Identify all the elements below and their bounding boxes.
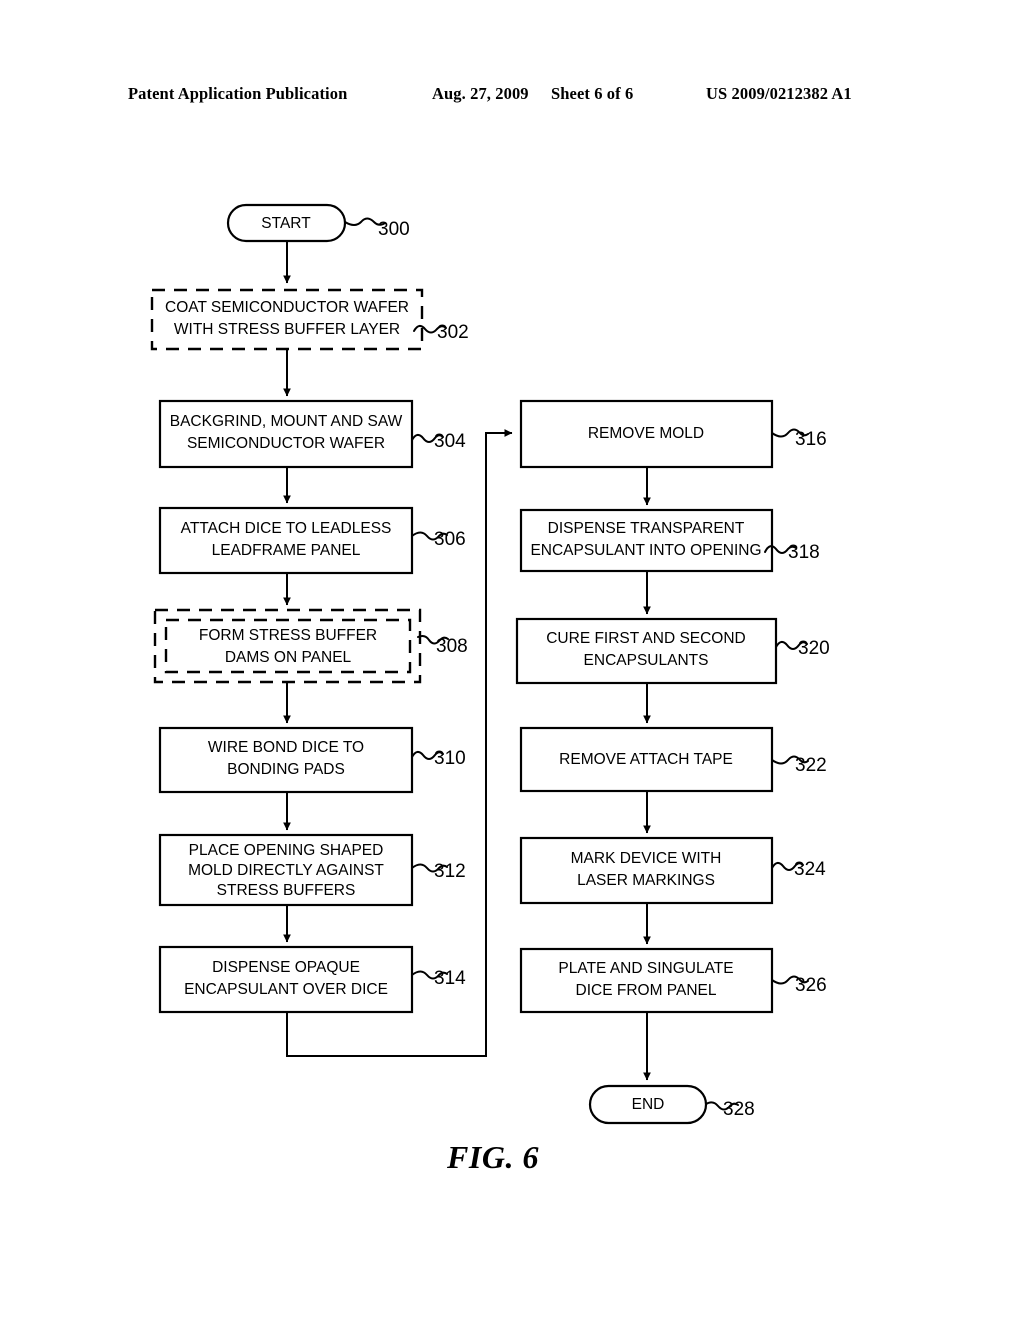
node-step-314[interactable]: DISPENSE OPAQUE ENCAPSULANT OVER DICE 31… <box>158 945 466 1014</box>
step-312-line1: PLACE OPENING SHAPED <box>189 842 384 859</box>
node-step-302[interactable]: COAT SEMICONDUCTOR WAFER WITH STRESS BUF… <box>150 288 469 351</box>
step-318-line2: ENCAPSULANT INTO OPENING <box>530 542 761 559</box>
ref-302: 302 <box>437 322 469 343</box>
node-step-310[interactable]: WIRE BOND DICE TO BONDING PADS 310 <box>158 726 466 794</box>
flowchart-diagram: START 300 COAT SEMICONDUCTOR WAFER WITH … <box>150 203 830 1125</box>
step-322-line1: REMOVE ATTACH TAPE <box>559 751 733 768</box>
ref-322: 322 <box>795 755 827 776</box>
ref-300: 300 <box>378 219 410 240</box>
step-310-line1: WIRE BOND DICE TO <box>208 739 364 756</box>
step-320-shape <box>515 617 778 685</box>
step-326-line2: DICE FROM PANEL <box>576 982 717 999</box>
figure-caption-text: FIG. 6 <box>447 1139 539 1175</box>
ref-320: 320 <box>798 638 830 659</box>
node-end[interactable]: END 328 <box>588 1084 755 1125</box>
ref-316: 316 <box>795 429 827 450</box>
step-320-line1: CURE FIRST AND SECOND <box>546 630 746 647</box>
node-step-312[interactable]: PLACE OPENING SHAPED MOLD DIRECTLY AGAIN… <box>158 833 466 907</box>
node-step-318[interactable]: DISPENSE TRANSPARENT ENCAPSULANT INTO OP… <box>519 508 820 573</box>
patent-page: Patent Application Publication Aug. 27, … <box>0 0 1024 1320</box>
step-306-shape <box>158 506 414 575</box>
step-324-line1: MARK DEVICE WITH <box>571 850 722 867</box>
step-312-line2: MOLD DIRECTLY AGAINST <box>188 862 384 879</box>
step-306-line2: LEADFRAME PANEL <box>212 542 361 559</box>
step-302-line1: COAT SEMICONDUCTOR WAFER <box>165 299 409 316</box>
node-step-308[interactable]: FORM STRESS BUFFER DAMS ON PANEL 308 <box>153 608 468 684</box>
step-314-line2: ENCAPSULANT OVER DICE <box>184 981 388 998</box>
step-306-line1: ATTACH DICE TO LEADLESS <box>181 520 392 537</box>
ref-324: 324 <box>794 859 826 880</box>
ref-310: 310 <box>434 748 466 769</box>
figure-caption: FIG. 6 <box>0 1139 1024 1176</box>
ref-308: 308 <box>436 636 468 657</box>
step-320-line2: ENCAPSULANTS <box>584 652 709 669</box>
ref-328: 328 <box>723 1099 755 1120</box>
ref-304: 304 <box>434 431 466 452</box>
step-308-line1: FORM STRESS BUFFER <box>199 627 377 644</box>
node-step-304[interactable]: BACKGRIND, MOUNT AND SAW SEMICONDUCTOR W… <box>158 399 466 469</box>
step-324-line2: LASER MARKINGS <box>577 872 715 889</box>
node-step-320[interactable]: CURE FIRST AND SECOND ENCAPSULANTS 320 <box>515 617 830 685</box>
step-310-line2: BONDING PADS <box>227 761 345 778</box>
step-326-line1: PLATE AND SINGULATE <box>558 960 733 977</box>
step-312-line3: STRESS BUFFERS <box>217 882 356 899</box>
step-324-shape <box>519 836 774 905</box>
step-308-line2: DAMS ON PANEL <box>225 649 352 666</box>
node-step-306[interactable]: ATTACH DICE TO LEADLESS LEADFRAME PANEL … <box>158 506 466 575</box>
step-310-shape <box>158 726 414 794</box>
node-step-326[interactable]: PLATE AND SINGULATE DICE FROM PANEL 326 <box>519 947 827 1014</box>
node-step-316[interactable]: REMOVE MOLD 316 <box>519 399 827 469</box>
start-label: START <box>261 215 311 232</box>
step-304-line2: SEMICONDUCTOR WAFER <box>187 435 385 452</box>
ref-306: 306 <box>434 529 466 550</box>
node-step-322[interactable]: REMOVE ATTACH TAPE 322 <box>519 726 827 793</box>
step-304-shape <box>158 399 414 469</box>
node-start[interactable]: START 300 <box>226 203 410 243</box>
step-318-line1: DISPENSE TRANSPARENT <box>548 520 745 537</box>
step-304-line1: BACKGRIND, MOUNT AND SAW <box>170 413 403 430</box>
ref-314: 314 <box>434 968 466 989</box>
ref-318: 318 <box>788 542 820 563</box>
ref-312: 312 <box>434 861 466 882</box>
end-label: END <box>632 1096 665 1113</box>
node-step-324[interactable]: MARK DEVICE WITH LASER MARKINGS 324 <box>519 836 826 905</box>
step-314-shape <box>158 945 414 1014</box>
step-316-line1: REMOVE MOLD <box>588 425 704 442</box>
ref-326: 326 <box>795 975 827 996</box>
step-314-line1: DISPENSE OPAQUE <box>212 959 360 976</box>
step-302-line2: WITH STRESS BUFFER LAYER <box>174 321 400 338</box>
step-326-shape <box>519 947 774 1014</box>
